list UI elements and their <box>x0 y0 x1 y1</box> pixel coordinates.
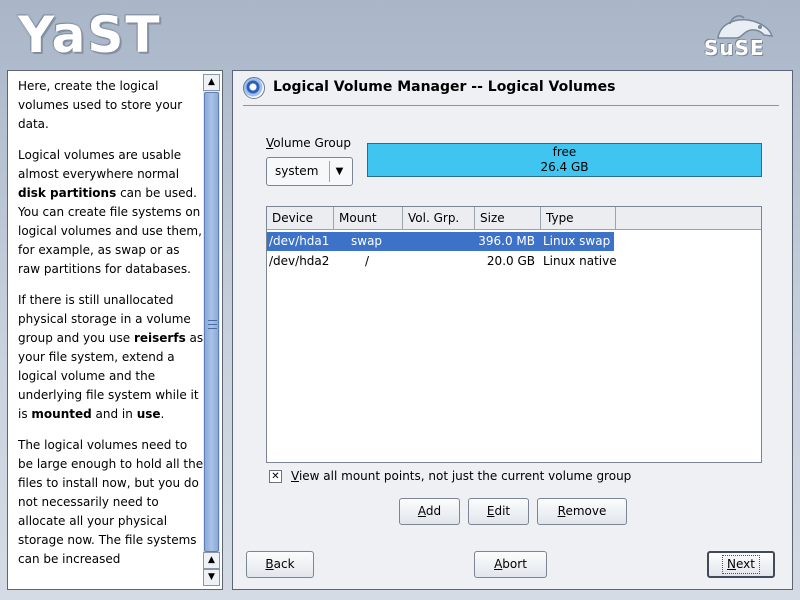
cell-device: /dev/hda1 <box>269 234 330 248</box>
scroll-down-end-button[interactable]: ▲ <box>203 552 220 569</box>
help-paragraph: Logical volumes are usable almost everyw… <box>18 146 204 279</box>
help-text-run: and in <box>91 407 137 421</box>
arrow-up-icon: ▲ <box>208 555 215 565</box>
help-text-run: Here, create the logical volumes used to… <box>18 79 183 131</box>
view-all-checkbox[interactable]: ✕ <box>269 470 282 483</box>
help-paragraph: Here, create the logical volumes used to… <box>18 77 204 134</box>
help-scrollbar[interactable]: ▲ ▲ ▼ <box>203 74 220 586</box>
help-paragraph: The logical volumes need to be large eno… <box>18 436 204 569</box>
page-title: Logical Volume Manager -- Logical Volume… <box>273 79 616 95</box>
volume-group-select[interactable]: system ▼ <box>266 157 353 186</box>
help-panel: Here, create the logical volumes used to… <box>7 70 223 590</box>
back-button[interactable]: Back <box>246 551 314 578</box>
header-bar: YaST SuSE <box>0 0 800 68</box>
scroll-down-button[interactable]: ▼ <box>203 569 220 586</box>
free-value: 26.4 GB <box>540 160 589 174</box>
help-bold-term: mounted <box>31 407 92 421</box>
volume-group-label: Volume Group <box>266 136 351 150</box>
cell-mount: swap <box>351 234 383 248</box>
help-bold-term: reiserfs <box>133 331 186 345</box>
suse-logo: SuSE <box>700 10 780 62</box>
chevron-down-icon: ▼ <box>329 161 349 182</box>
remove-button[interactable]: Remove <box>537 498 627 525</box>
free-label: free <box>552 145 577 159</box>
help-text-run: The logical volumes need to be large eno… <box>18 438 204 566</box>
help-paragraph: If there is still unallocated physical s… <box>18 291 204 424</box>
main-dialog: Logical Volume Manager -- Logical Volume… <box>232 70 793 590</box>
scroll-up-button[interactable]: ▲ <box>203 74 220 91</box>
cell-device: /dev/hda2 <box>269 254 330 268</box>
help-text-run: Logical volumes are usable almost everyw… <box>18 148 182 181</box>
help-text: Here, create the logical volumes used to… <box>18 77 204 581</box>
help-bold-term: disk partitions <box>18 186 117 200</box>
next-button[interactable]: Next <box>707 551 775 578</box>
free-space-bar: free 26.4 GB <box>367 143 762 177</box>
disk-icon <box>243 77 265 99</box>
cell-type: Linux swap <box>543 234 611 248</box>
column-header-size[interactable]: Size <box>475 207 541 230</box>
table-header: Device Mount Vol. Grp. Size Type <box>267 207 761 230</box>
title-divider <box>243 105 779 106</box>
cell-size: 396.0 MB <box>478 234 535 248</box>
table-row[interactable]: /dev/hda1 swap 396.0 MB Linux swap <box>267 232 614 251</box>
abort-button[interactable]: Abort <box>474 551 547 578</box>
cell-type: Linux native <box>543 254 617 268</box>
cell-mount: / <box>365 254 370 268</box>
column-header-type[interactable]: Type <box>541 207 616 230</box>
column-header-device[interactable]: Device <box>267 207 334 230</box>
volume-group-value: system <box>275 164 319 178</box>
column-header-mount[interactable]: Mount <box>334 207 403 230</box>
table-row[interactable]: /dev/hda2 / 20.0 GB Linux native <box>267 252 617 271</box>
volumes-table[interactable]: Device Mount Vol. Grp. Size Type /dev/hd… <box>266 206 762 463</box>
help-bold-term: use <box>136 407 161 421</box>
arrow-down-icon: ▼ <box>208 572 215 582</box>
scroll-thumb[interactable] <box>204 92 219 552</box>
grip-icon <box>208 320 217 329</box>
cell-size: 20.0 GB <box>486 254 535 268</box>
edit-button[interactable]: Edit <box>468 498 529 525</box>
help-text-run: . <box>160 407 165 421</box>
view-all-label: View all mount points, not just the curr… <box>291 469 632 483</box>
arrow-up-icon: ▲ <box>208 77 215 87</box>
yast-logo: YaST <box>18 6 162 64</box>
column-header-vol-grp[interactable]: Vol. Grp. <box>403 207 475 230</box>
add-button[interactable]: Add <box>399 498 460 525</box>
